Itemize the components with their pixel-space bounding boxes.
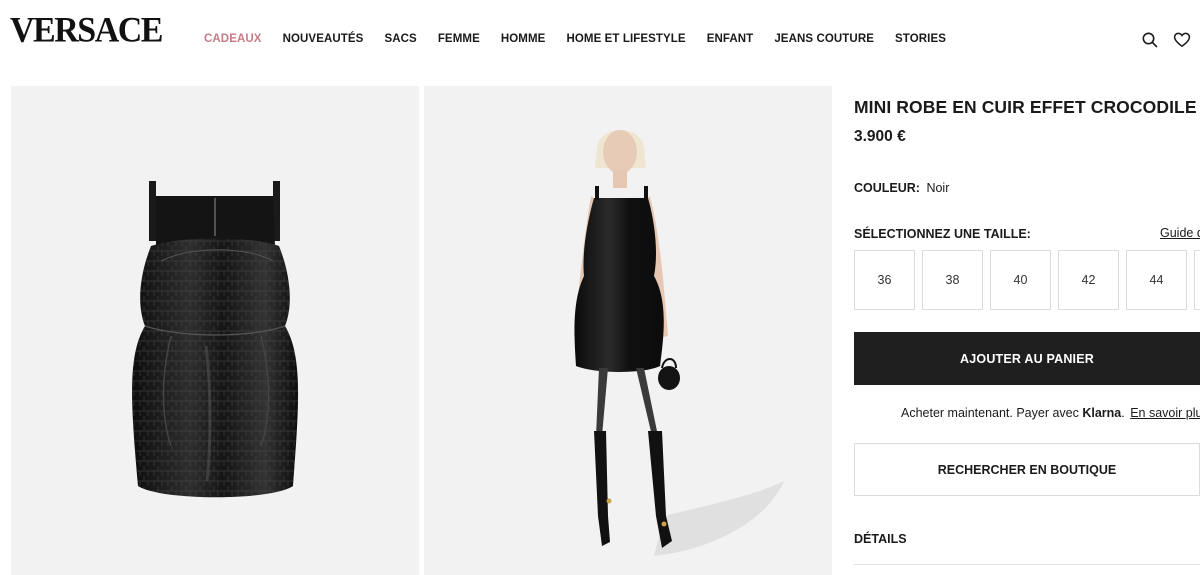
size-option-44[interactable]: 44	[1126, 250, 1187, 310]
model-illustration	[574, 130, 784, 556]
size-option-partial[interactable]	[1194, 250, 1200, 310]
brand-logo[interactable]: VERSACE	[10, 11, 163, 51]
size-option-38[interactable]: 38	[922, 250, 983, 310]
color-label: COULEUR:	[854, 181, 920, 195]
nav-item-femme[interactable]: FEMME	[438, 33, 480, 45]
size-option-40[interactable]: 40	[990, 250, 1051, 310]
nav-item-cadeaux[interactable]: CADEAUX	[204, 33, 262, 45]
nav-item-homme[interactable]: HOMME	[501, 33, 546, 45]
size-selector: 36 38 40 42 44	[854, 250, 1200, 310]
product-price: 3.900 €	[854, 128, 906, 145]
nav-item-home-et-lifestyle[interactable]: HOME ET LIFESTYLE	[566, 33, 685, 45]
find-in-store-button[interactable]: RECHERCHER EN BOUTIQUE	[854, 443, 1200, 496]
klarna-info: Acheter maintenant. Payer avec Klarna. E…	[901, 406, 1200, 420]
dress-flat-image[interactable]	[11, 86, 419, 575]
product-info: MINI ROBE EN CUIR EFFET CROCODILE 3.900 …	[854, 0, 1200, 575]
nav-item-enfant[interactable]: ENFANT	[707, 33, 754, 45]
main-nav: CADEAUX NOUVEAUTÉS SACS FEMME HOMME HOME…	[204, 33, 967, 45]
size-label: SÉLECTIONNEZ UNE TAILLE:	[854, 227, 1031, 241]
details-accordion[interactable]: DÉTAILS	[854, 532, 907, 546]
product-title: MINI ROBE EN CUIR EFFET CROCODILE	[854, 97, 1197, 117]
klarna-brand: Klarna	[1082, 406, 1122, 420]
size-guide-link[interactable]: Guide d	[1160, 226, 1200, 240]
klarna-learn-more-link[interactable]: En savoir plu	[1130, 406, 1200, 420]
color-value: Noir	[926, 181, 950, 195]
color-row: COULEUR: Noir	[854, 181, 949, 195]
size-option-36[interactable]: 36	[854, 250, 915, 310]
nav-item-nouveautes[interactable]: NOUVEAUTÉS	[283, 33, 364, 45]
model-image[interactable]	[424, 86, 832, 575]
dress-flat-illustration	[132, 181, 299, 498]
size-option-42[interactable]: 42	[1058, 250, 1119, 310]
add-to-cart-button[interactable]: AJOUTER AU PANIER	[854, 332, 1200, 385]
divider	[854, 564, 1200, 565]
nav-item-sacs[interactable]: SACS	[384, 33, 416, 45]
klarna-prefix: Acheter maintenant. Payer avec	[901, 406, 1079, 420]
